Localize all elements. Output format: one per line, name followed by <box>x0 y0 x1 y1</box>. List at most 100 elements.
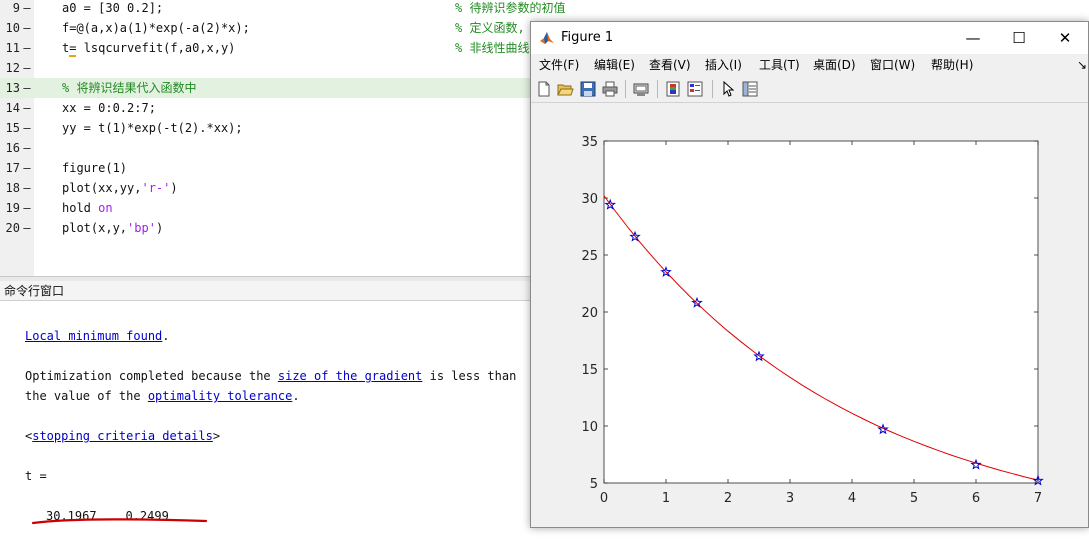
breakpoint-marker[interactable]: – <box>22 198 32 218</box>
code-editor[interactable]: 9– a0 = [30 0.2];% 待辨识参数的初值 10– f=@(a,x)a(1… <box>0 0 590 276</box>
menu-overflow-icon[interactable]: ↘ <box>1077 54 1087 76</box>
local-minimum-link[interactable]: Local minimum found <box>25 329 162 343</box>
code-comment: % 定义函数, <box>455 21 525 35</box>
code-comment: % 待辨识参数的初值 <box>455 1 566 15</box>
breakpoint-marker[interactable]: – <box>22 78 32 98</box>
property-inspector-icon[interactable] <box>741 80 759 98</box>
result-label: t = <box>25 469 47 483</box>
line-number: 14 <box>5 101 20 115</box>
code-comment: % 非线性曲线 <box>455 41 530 55</box>
y-tick-label: 15 <box>581 363 598 378</box>
breakpoint-marker[interactable]: – <box>22 0 32 18</box>
code-line-9[interactable]: 9– a0 = [30 0.2]; % 待辨识参数的初值 <box>0 0 590 18</box>
y-tick-label: 35 <box>581 135 598 150</box>
output-line-local-minimum: Local minimum found. <box>25 328 170 344</box>
breakpoint-marker[interactable]: – <box>22 58 32 78</box>
insert-colorbar-icon[interactable] <box>664 80 682 98</box>
code-comment: % 将辨识结果代入函数中 <box>62 81 197 95</box>
x-tick-label: 2 <box>724 491 732 506</box>
stopping-criteria-link[interactable]: stopping criteria details <box>32 429 213 443</box>
code-text: a0 = [30 0.2]; <box>62 1 164 15</box>
output-text: the value of the <box>25 389 148 403</box>
code-line-15[interactable]: 15– yy = t(1)*exp(-t(2).*xx); <box>0 118 590 138</box>
menu-insert[interactable]: 插入(I) <box>705 54 742 76</box>
y-tick-label: 25 <box>581 249 598 264</box>
code-line-12[interactable]: 12– <box>0 58 590 78</box>
y-tick-label: 30 <box>581 192 598 207</box>
menu-edit[interactable]: 编辑(E) <box>594 54 635 76</box>
line-number: 17 <box>5 161 20 175</box>
line-number: 12 <box>5 61 20 75</box>
code-line-14[interactable]: 14– xx = 0:0.2:7; <box>0 98 590 118</box>
toolbar-separator <box>625 80 626 98</box>
maximize-button[interactable]: ☐ <box>996 22 1042 54</box>
matlab-logo-icon <box>540 32 554 44</box>
toolbar-separator <box>657 80 658 98</box>
x-tick-label: 0 <box>600 491 608 506</box>
menu-view[interactable]: 查看(V) <box>649 54 691 76</box>
breakpoint-marker[interactable]: – <box>22 138 32 158</box>
code-line-13[interactable]: 13– % 将辨识结果代入函数中 <box>0 78 590 98</box>
code-line-19[interactable]: 19– hold on <box>0 198 590 218</box>
breakpoint-marker[interactable]: – <box>22 218 32 238</box>
y-tick-label: 5 <box>590 477 598 492</box>
figure-window[interactable]: Figure 1 — ☐ ✕ 文件(F) 编辑(E) 查看(V) 插入(I) 工… <box>530 21 1089 528</box>
x-tick-label: 6 <box>972 491 980 506</box>
breakpoint-marker[interactable]: – <box>22 38 32 58</box>
menu-window[interactable]: 窗口(W) <box>870 54 915 76</box>
breakpoint-marker[interactable]: – <box>22 158 32 178</box>
line-number: 16 <box>5 141 20 155</box>
minimize-button[interactable]: — <box>950 22 996 54</box>
close-button[interactable]: ✕ <box>1042 22 1088 54</box>
save-icon[interactable] <box>579 80 597 98</box>
plot-axes[interactable]: 0 1 2 3 4 5 6 7 5 10 15 20 25 30 35 <box>531 103 1088 527</box>
figure-canvas[interactable]: 0 1 2 3 4 5 6 7 5 10 15 20 25 30 35 <box>531 103 1088 527</box>
gradient-link[interactable]: size of the gradient <box>278 369 423 383</box>
menu-desktop[interactable]: 桌面(D) <box>813 54 856 76</box>
output-text: > <box>212 429 221 443</box>
menu-file[interactable]: 文件(F) <box>539 54 579 76</box>
line-number: 15 <box>5 121 20 135</box>
link-plot-icon[interactable] <box>632 80 650 98</box>
output-text: . <box>162 329 170 343</box>
output-text: . <box>292 389 300 403</box>
figure-title: Figure 1 <box>561 30 614 45</box>
breakpoint-marker[interactable]: – <box>22 98 32 118</box>
command-window-title: 命令行窗口 <box>0 281 590 301</box>
command-window[interactable]: Local minimum found. Optimization comple… <box>0 301 590 543</box>
insert-legend-icon[interactable] <box>686 80 704 98</box>
code-text: plot(x,y,'bp') <box>62 221 164 235</box>
new-figure-icon[interactable] <box>535 80 553 98</box>
code-text: yy = t(1)*exp(-t(2).*xx); <box>62 121 243 135</box>
code-text: xx = 0:0.2:7; <box>62 101 156 115</box>
output-line-stopping-criteria: <stopping criteria details> <box>25 428 220 444</box>
line-number: 10 <box>5 21 20 35</box>
code-line-16[interactable]: 16– <box>0 138 590 158</box>
code-line-11[interactable]: 11– t= lsqcurvefit(f,a0,x,y) % 非线性曲线 <box>0 38 590 58</box>
breakpoint-marker[interactable]: – <box>22 178 32 198</box>
output-text: is less than <box>422 369 517 383</box>
output-text: Optimization completed because the <box>25 369 278 383</box>
figure-title-bar[interactable]: Figure 1 — ☐ ✕ <box>531 22 1088 54</box>
plot-area <box>603 140 1039 484</box>
x-tick-label: 4 <box>848 491 856 506</box>
print-icon[interactable] <box>601 80 619 98</box>
edit-plot-icon[interactable] <box>719 80 737 98</box>
x-tick-label: 5 <box>910 491 918 506</box>
breakpoint-marker[interactable]: – <box>22 118 32 138</box>
code-text: t= lsqcurvefit(f,a0,x,y) <box>62 41 236 57</box>
code-line-10[interactable]: 10– f=@(a,x)a(1)*exp(-a(2)*x); % 定义函数, <box>0 18 590 38</box>
code-line-17[interactable]: 17– figure(1) <box>0 158 590 178</box>
code-line-20[interactable]: 20– plot(x,y,'bp') <box>0 218 590 238</box>
menu-help[interactable]: 帮助(H) <box>931 54 973 76</box>
optimality-tolerance-link[interactable]: optimality tolerance <box>148 389 293 403</box>
line-number: 19 <box>5 201 20 215</box>
breakpoint-marker[interactable]: – <box>22 18 32 38</box>
code-line-18[interactable]: 18– plot(xx,yy,'r-') <box>0 178 590 198</box>
line-number: 13 <box>5 81 20 95</box>
open-file-icon[interactable] <box>556 80 574 98</box>
menu-tools[interactable]: 工具(T) <box>759 54 800 76</box>
figure-toolbar <box>531 76 1088 103</box>
red-annotation-underline <box>31 518 208 525</box>
output-line-tolerance: the value of the optimality tolerance. <box>25 388 300 404</box>
